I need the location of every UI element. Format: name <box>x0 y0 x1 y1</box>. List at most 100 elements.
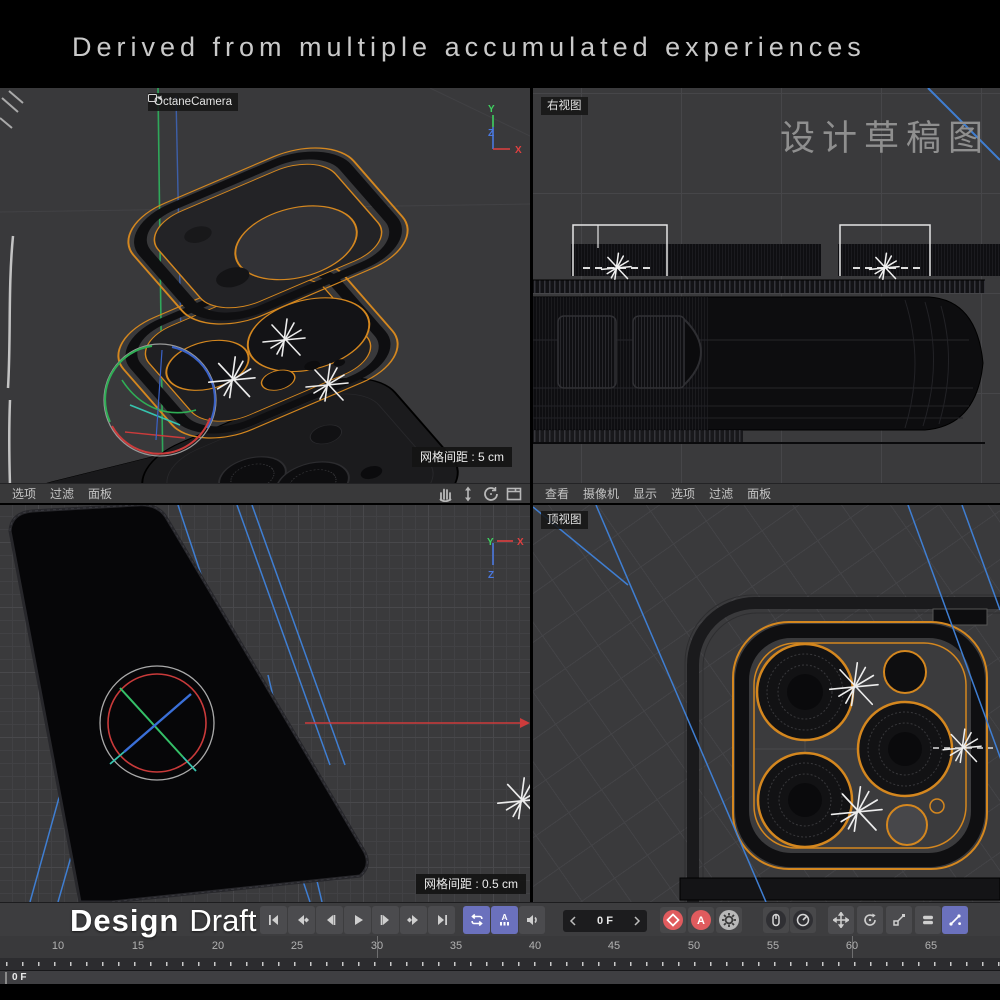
right-view-label: 右视图 <box>547 97 582 115</box>
axis-x-label: X <box>517 537 524 548</box>
autokey-button[interactable]: A <box>688 907 714 933</box>
app-window: Derived from multiple accumulated experi… <box>0 0 1000 1000</box>
menu-options[interactable]: 选项 <box>12 485 36 502</box>
dolly-zoom-icon[interactable] <box>460 486 476 502</box>
design-draft-watermark: 设计草稿图 <box>780 110 990 161</box>
top-banner: Derived from multiple accumulated experi… <box>0 0 1000 88</box>
scale-icon <box>891 912 907 928</box>
goto-start-button[interactable] <box>260 906 287 934</box>
ruler-tick: 65 <box>925 940 937 952</box>
keyframe-selection-button[interactable] <box>763 907 789 933</box>
banner-title: Derived from multiple accumulated experi… <box>72 32 866 63</box>
record-position-button[interactable] <box>828 906 854 934</box>
menu-panel[interactable]: 面板 <box>88 485 112 502</box>
orbit-icon[interactable] <box>483 486 499 502</box>
play-button[interactable] <box>344 906 371 934</box>
right-menubar: 查看 摄像机 显示 选项 过滤 面板 <box>533 483 1000 503</box>
camera-label: OctaneCamera <box>154 93 232 111</box>
loop-icon <box>469 912 485 928</box>
ruler-tick: 25 <box>291 940 303 952</box>
top-view-label: 顶视图 <box>547 511 582 529</box>
menu-options[interactable]: 选项 <box>671 485 695 502</box>
ruler-tick: 50 <box>688 940 700 952</box>
prev-frame-icon <box>322 912 338 928</box>
record-keyframe-icon <box>662 909 684 931</box>
menu-display[interactable]: 显示 <box>633 485 657 502</box>
pan-hand-icon[interactable] <box>437 486 453 502</box>
axis-z-label: Z <box>488 570 494 581</box>
next-key-button[interactable] <box>400 906 427 934</box>
ruler-tick: 20 <box>212 940 224 952</box>
caption-regular: Draft <box>189 903 256 938</box>
parameter-icon <box>920 912 936 928</box>
caption-design-draft: DesignDraft <box>70 903 257 939</box>
ruler-tick: 35 <box>450 940 462 952</box>
timeline-playhead-row[interactable]: 0 F <box>0 970 1000 984</box>
toggle-panel-icon[interactable] <box>506 486 522 502</box>
dial-icon <box>792 909 814 931</box>
record-keyframe-button[interactable] <box>660 907 686 933</box>
viewport-right[interactable]: 右视图 设计草稿图 <box>533 88 1000 483</box>
prev-key-icon <box>294 912 310 928</box>
menu-filter[interactable]: 过滤 <box>709 485 733 502</box>
ruler-tick: 55 <box>767 940 779 952</box>
menu-filter[interactable]: 过滤 <box>50 485 74 502</box>
grid-spacing-badge: 网格间距 : 0.5 cm <box>416 874 526 894</box>
perspective-canvas: Y Z X <box>0 88 530 483</box>
next-frame-button[interactable] <box>372 906 399 934</box>
axis-y-label: Y <box>487 537 494 548</box>
axis-x-label: X <box>515 145 522 156</box>
next-key-icon <box>406 912 422 928</box>
move-icon <box>833 912 849 928</box>
goto-start-icon <box>266 912 282 928</box>
viewport-top[interactable]: 顶视图 <box>533 505 1000 902</box>
playhead-label: 0 F <box>12 972 26 983</box>
record-pla-button[interactable] <box>942 906 968 934</box>
playhead-marker[interactable] <box>5 972 7 984</box>
sound-button[interactable] <box>519 906 545 934</box>
camera-label-badge[interactable]: OctaneCamera <box>148 93 238 111</box>
prev-frame-button[interactable] <box>316 906 343 934</box>
current-frame-value: 0 F <box>597 915 613 927</box>
spinner-left-icon[interactable] <box>569 916 577 926</box>
ruler-tick: 40 <box>529 940 541 952</box>
ruler-tick: 15 <box>132 940 144 952</box>
keyframe-timing-button[interactable] <box>790 907 816 933</box>
record-parameter-button[interactable] <box>915 906 941 934</box>
perspective-menubar: 选项 过滤 面板 <box>0 483 530 503</box>
pla-icon <box>947 912 963 928</box>
spinner-right-icon[interactable] <box>633 916 641 926</box>
mouse-icon <box>765 909 787 931</box>
goto-end-icon <box>434 912 450 928</box>
loop-mode-button[interactable] <box>463 906 490 934</box>
grid-spacing-badge: 网格间距 : 5 cm <box>412 447 512 467</box>
top-view-canvas <box>533 505 1000 902</box>
keying-settings-button[interactable] <box>716 907 742 933</box>
menu-camera[interactable]: 摄像机 <box>583 485 619 502</box>
menu-view[interactable]: 查看 <box>545 485 569 502</box>
anim-mode-icon: A <box>497 912 513 928</box>
goto-end-button[interactable] <box>428 906 455 934</box>
viewport-perspective[interactable]: Y Z X OctaneCamera 网格间距 : 5 cm <box>0 88 530 483</box>
rotate-icon <box>862 912 878 928</box>
viewport-label-badge[interactable]: 顶视图 <box>541 511 588 529</box>
record-rotation-button[interactable] <box>857 906 883 934</box>
axis-y-label: Y <box>488 104 495 115</box>
viewport-front[interactable]: Y X Z 网格间距 : 0.5 cm <box>0 505 530 902</box>
timeline-ruler[interactable]: 10 15 20 25 30 35 40 45 50 55 60 65 <box>0 936 1000 958</box>
timeline-tick-strip[interactable] <box>0 958 1000 970</box>
play-icon <box>350 912 366 928</box>
ruler-tick: 45 <box>608 940 620 952</box>
animation-mode-button[interactable]: A <box>491 906 518 934</box>
camera-icon <box>148 93 162 103</box>
menu-panel[interactable]: 面板 <box>747 485 771 502</box>
viewport-label-badge[interactable]: 右视图 <box>541 97 588 115</box>
ruler-tick: 10 <box>52 940 64 952</box>
current-frame-spinner[interactable]: 0 F <box>563 910 647 932</box>
axis-z-label: Z <box>488 128 494 139</box>
axis-gizmo: Y X Z <box>487 537 524 581</box>
prev-key-button[interactable] <box>288 906 315 934</box>
record-scale-button[interactable] <box>886 906 912 934</box>
autokey-label: A <box>697 915 705 927</box>
speaker-icon <box>524 912 540 928</box>
